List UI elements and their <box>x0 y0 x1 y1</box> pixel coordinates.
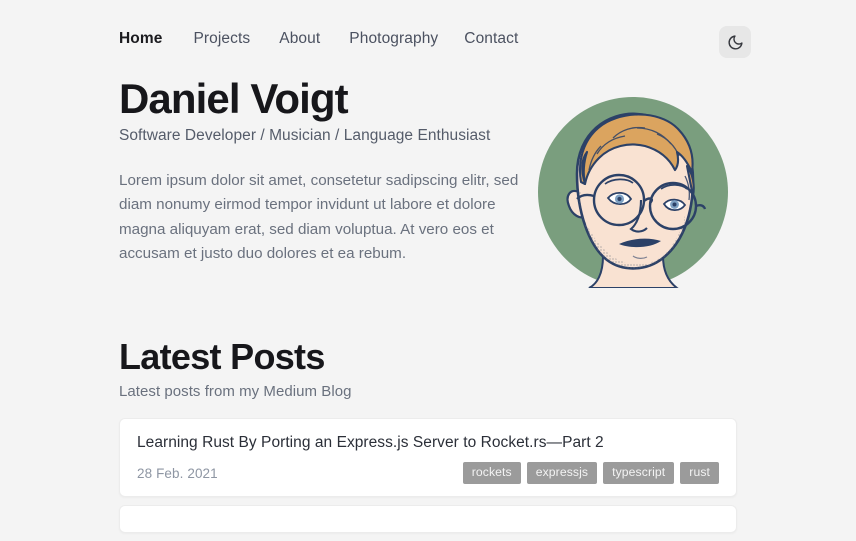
latest-posts-title: Latest Posts <box>119 336 325 377</box>
post-card[interactable] <box>119 505 737 533</box>
tag-badge[interactable]: rust <box>680 462 719 484</box>
hero-tagline: Software Developer / Musician / Language… <box>119 127 491 144</box>
dark-mode-toggle-button[interactable] <box>719 26 751 58</box>
nav-item-about[interactable]: About <box>279 30 320 48</box>
top-navigation: Home Projects About Photography Contact <box>0 0 856 72</box>
page-title: Daniel Voigt <box>119 75 349 122</box>
page-root: Home Projects About Photography Contact … <box>0 0 856 533</box>
tag-badge[interactable]: expressjs <box>526 462 598 484</box>
moon-icon <box>727 34 744 51</box>
post-meta: 28 Feb. 2021 rockets expressjs typescrip… <box>137 462 719 484</box>
latest-posts-section: Latest Posts Latest posts from my Medium… <box>119 336 739 533</box>
latest-posts-subtitle: Latest posts from my Medium Blog <box>119 383 352 400</box>
avatar <box>537 96 729 288</box>
post-card[interactable]: Learning Rust By Porting an Express.js S… <box>119 418 737 497</box>
hero-text-block: Daniel Voigt Software Developer / Musici… <box>119 74 529 267</box>
post-title[interactable]: Learning Rust By Porting an Express.js S… <box>137 433 719 453</box>
post-list: Learning Rust By Porting an Express.js S… <box>119 418 737 541</box>
portrait-illustration-icon <box>538 97 728 288</box>
post-date: 28 Feb. 2021 <box>137 465 218 481</box>
nav-item-home[interactable]: Home <box>119 30 162 48</box>
nav-item-contact[interactable]: Contact <box>464 30 518 48</box>
nav-item-projects[interactable]: Projects <box>193 30 250 48</box>
nav-links: Home Projects About Photography Contact <box>119 30 518 48</box>
tag-badge[interactable]: rockets <box>462 462 521 484</box>
nav-item-photography[interactable]: Photography <box>349 30 438 48</box>
hero-bio: Lorem ipsum dolor sit amet, consetetur s… <box>119 172 519 263</box>
post-tags: rockets expressjs typescript rust <box>462 462 719 484</box>
tag-badge[interactable]: typescript <box>603 462 675 484</box>
